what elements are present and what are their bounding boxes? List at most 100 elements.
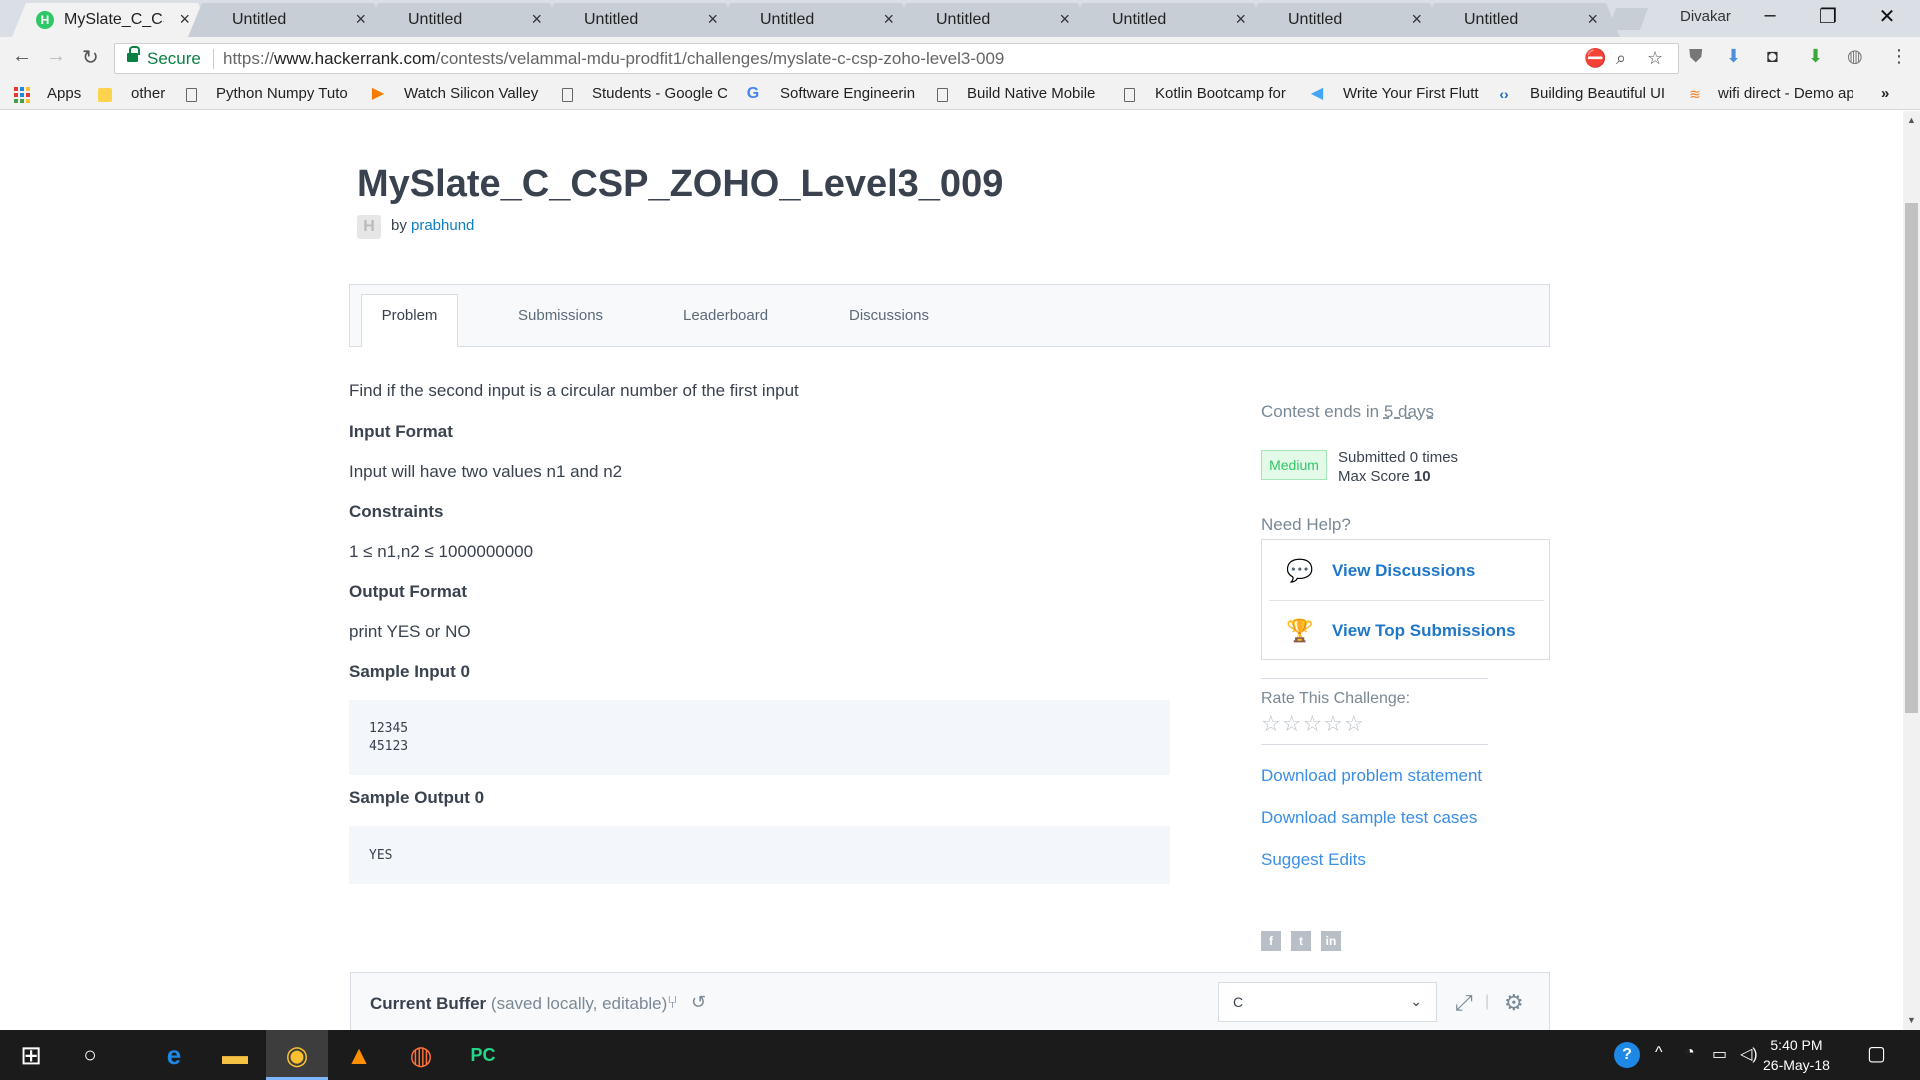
- globe-extension-icon[interactable]: ◍: [1847, 46, 1863, 67]
- start-icon[interactable]: ⊞: [0, 1030, 62, 1080]
- browser-tab[interactable]: Untitled ×: [1068, 3, 1268, 37]
- address-bar[interactable]: Secure https://www.hackerrank.com/contes…: [114, 43, 1679, 74]
- url-path: /contests/velammal-mdu-prodfit1/challeng…: [435, 49, 1005, 68]
- shield-extension-icon[interactable]: ⛊: [1689, 46, 1703, 67]
- close-window-icon[interactable]: ✕: [1862, 4, 1912, 29]
- cortana-icon[interactable]: ○: [59, 1030, 121, 1080]
- forward-icon[interactable]: →: [46, 45, 66, 68]
- max-score-label: Max Score: [1338, 468, 1410, 485]
- download-test-cases-link[interactable]: Download sample test cases: [1261, 808, 1477, 828]
- chrome-icon[interactable]: ◉: [266, 1030, 328, 1080]
- bookmark-silicon-valley[interactable]: Watch Silicon Valley: [404, 85, 539, 102]
- download-statement-link[interactable]: Download problem statement: [1261, 766, 1482, 786]
- browser-tab[interactable]: Untitled ×: [540, 3, 740, 37]
- bookmark-building-beautiful-ui[interactable]: Building Beautiful UI: [1530, 85, 1666, 102]
- rate-challenge-label: Rate This Challenge:: [1261, 690, 1411, 707]
- bookmark-build-native-mobile[interactable]: Build Native Mobile: [967, 85, 1102, 102]
- tab-discussions[interactable]: Discussions: [849, 307, 929, 324]
- author-link[interactable]: prabhund: [411, 217, 474, 234]
- apps-icon[interactable]: [14, 87, 30, 103]
- bookmark-other[interactable]: other: [131, 85, 165, 102]
- clock-date: 26-May-18: [1763, 1057, 1830, 1073]
- twitter-icon[interactable]: t: [1291, 931, 1311, 951]
- profile-name[interactable]: Divakar: [1680, 8, 1731, 25]
- browser-tab-title: Untitled: [1464, 11, 1519, 28]
- more-bookmarks-icon[interactable]: »: [1881, 85, 1889, 102]
- pycharm-icon[interactable]: PC: [452, 1030, 514, 1080]
- view-discussions-link[interactable]: View Discussions: [1332, 561, 1475, 581]
- bookmark-python-numpy[interactable]: Python Numpy Tuto: [216, 85, 354, 102]
- vlc-icon[interactable]: ▲: [328, 1030, 390, 1080]
- google-icon: G: [746, 85, 760, 102]
- firefox-icon[interactable]: ◍: [390, 1030, 452, 1080]
- battery-icon[interactable]: ▭: [1712, 1044, 1727, 1064]
- history-icon[interactable]: ↺: [691, 992, 706, 1013]
- browser-tab-title: Untitled: [936, 11, 991, 28]
- chevron-down-icon: ⌄: [1410, 993, 1422, 1009]
- tab-leaderboard[interactable]: Leaderboard: [683, 307, 768, 324]
- browser-tab-title: Untitled: [1112, 11, 1167, 28]
- download-extension-icon[interactable]: ⬇: [1726, 46, 1741, 67]
- page-scrollbar[interactable]: ▲ ▼: [1903, 111, 1920, 1030]
- input-format-text: Input will have two values n1 and n2: [349, 462, 623, 481]
- browser-tab[interactable]: Untitled ×: [1420, 3, 1620, 37]
- tab-problem[interactable]: Problem: [361, 294, 458, 347]
- browser-tab[interactable]: Untitled ×: [364, 3, 564, 37]
- show-hidden-icons-icon[interactable]: ^: [1655, 1044, 1663, 1062]
- scroll-down-icon[interactable]: ▼: [1907, 1015, 1916, 1025]
- scrollbar-thumb[interactable]: [1905, 203, 1918, 713]
- file-explorer-icon[interactable]: ▬: [204, 1030, 266, 1080]
- edge-icon[interactable]: e: [143, 1030, 205, 1080]
- menu-icon[interactable]: ⋮: [1890, 46, 1908, 67]
- language-select[interactable]: C ⌄: [1218, 982, 1437, 1022]
- page-icon: [186, 88, 197, 102]
- view-top-submissions-link[interactable]: View Top Submissions: [1332, 621, 1516, 641]
- suggest-edits-link[interactable]: Suggest Edits: [1261, 850, 1366, 870]
- branch-icon[interactable]: ⑂: [667, 992, 678, 1013]
- browser-tab-title: Untitled: [584, 11, 639, 28]
- close-tab-icon[interactable]: ×: [1587, 9, 1598, 30]
- help-tray-icon[interactable]: ?: [1614, 1042, 1640, 1068]
- browser-tab-active[interactable]: H MySlate_C_CSP ×: [12, 3, 212, 37]
- key-extension-icon[interactable]: ◘: [1767, 46, 1778, 67]
- browser-tab[interactable]: Untitled ×: [716, 3, 916, 37]
- rating-stars[interactable]: ☆☆☆☆☆: [1261, 711, 1365, 737]
- restore-icon[interactable]: ❐: [1803, 4, 1853, 29]
- zoom-icon[interactable]: ⌕: [1616, 48, 1626, 69]
- bookmark-software-engineering[interactable]: Software Engineerin: [780, 85, 915, 102]
- translate-blocked-icon[interactable]: ⛔: [1584, 48, 1606, 69]
- constraints-heading: Constraints: [349, 502, 444, 521]
- tab-submissions[interactable]: Submissions: [518, 307, 603, 324]
- green-download-extension-icon[interactable]: ⬇: [1808, 46, 1823, 67]
- windows-taskbar: ⊞ ○ e ▬ ◉ ▲ ◍ PC ? ^ ◔ ▭ ◁) 5:40 PM 26-M…: [0, 1030, 1920, 1080]
- browser-tab-title: Untitled: [1288, 11, 1343, 28]
- bookmark-kotlin-bootcamp[interactable]: Kotlin Bootcamp for: [1155, 85, 1290, 102]
- linkedin-icon[interactable]: in: [1321, 931, 1341, 951]
- settings-gear-icon[interactable]: ⚙: [1504, 990, 1524, 1016]
- bookmark-wifi-direct[interactable]: wifi direct - Demo ap: [1718, 85, 1853, 102]
- bookmark-students-google[interactable]: Students - Google C: [592, 85, 727, 102]
- browser-tab-title: Untitled: [760, 11, 815, 28]
- browser-tab[interactable]: Untitled ×: [1244, 3, 1444, 37]
- facebook-icon[interactable]: f: [1261, 931, 1281, 951]
- wifi-icon[interactable]: ◔: [1685, 1044, 1695, 1062]
- volume-icon[interactable]: ◁): [1740, 1044, 1758, 1064]
- notifications-icon[interactable]: ▢: [1867, 1041, 1886, 1066]
- browser-tab[interactable]: Untitled ×: [892, 3, 1092, 37]
- bookmark-star-icon[interactable]: ☆: [1647, 48, 1663, 69]
- bookmark-flutter[interactable]: Write Your First Flutt: [1343, 85, 1479, 102]
- system-clock[interactable]: 5:40 PM 26-May-18: [1763, 1035, 1830, 1075]
- sample-output-heading: Sample Output 0: [349, 788, 485, 807]
- url-text[interactable]: https://www.hackerrank.com/contests/vela…: [223, 49, 1004, 69]
- scroll-up-icon[interactable]: ▲: [1907, 115, 1916, 125]
- url-scheme: https://: [223, 49, 275, 68]
- back-icon[interactable]: ←: [12, 45, 32, 68]
- page-icon: [1124, 88, 1135, 102]
- bookmark-apps[interactable]: Apps: [47, 85, 81, 102]
- fullscreen-icon[interactable]: ⤢: [1455, 990, 1473, 1016]
- code-icon: ‹›: [1499, 86, 1509, 102]
- contest-ends-value: 5 days: [1383, 402, 1434, 421]
- reload-icon[interactable]: ↻: [82, 45, 99, 70]
- browser-tab[interactable]: Untitled ×: [188, 3, 388, 37]
- minimize-icon[interactable]: –: [1745, 4, 1795, 27]
